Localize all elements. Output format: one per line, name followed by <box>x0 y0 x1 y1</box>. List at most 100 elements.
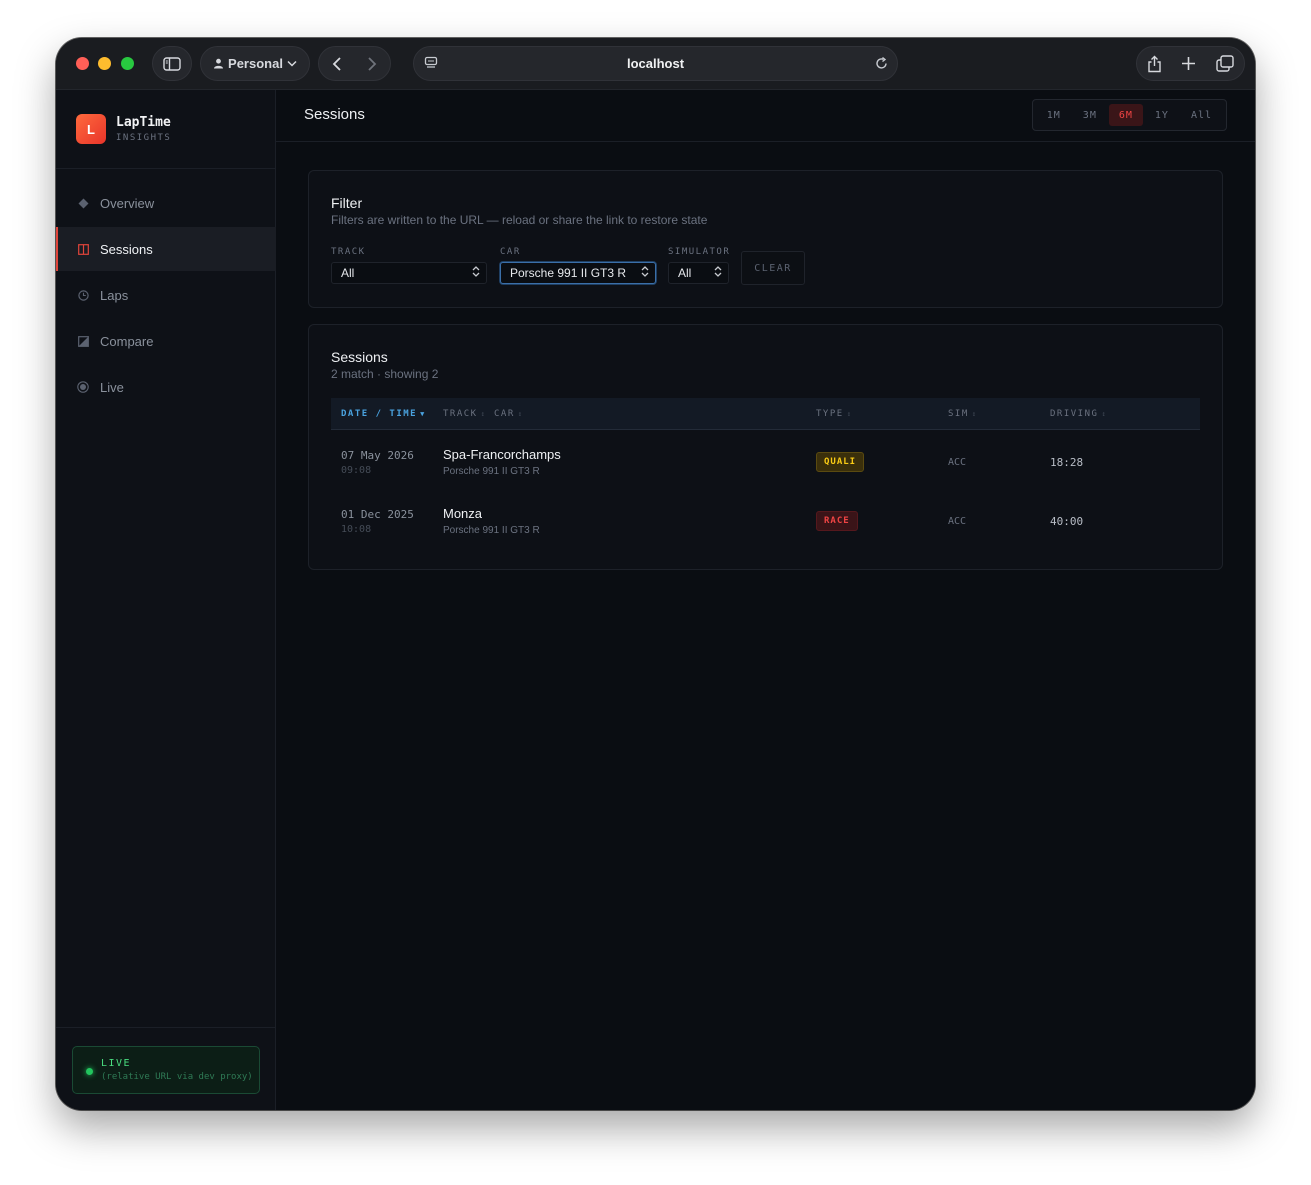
session-car: Porsche 991 II GT3 R <box>443 466 540 477</box>
url-text: localhost <box>626 56 685 71</box>
share-icon[interactable] <box>1147 55 1162 73</box>
sort-icon: ↕ <box>517 410 524 418</box>
range-button-1m[interactable]: 1M <box>1037 104 1071 126</box>
sessions-card: Sessions 2 match · showing 2 DATE / TIME… <box>308 324 1223 570</box>
sidebar-item-overview[interactable]: Overview <box>56 181 276 225</box>
column-header-date[interactable]: DATE / TIME ▼ <box>341 409 426 419</box>
simulator-select[interactable]: All <box>668 262 729 284</box>
column-header-track[interactable]: TRACK ↕ <box>443 409 486 419</box>
column-header-car[interactable]: CAR ↕ <box>494 409 523 419</box>
sidebar-item-label: Sessions <box>100 241 153 257</box>
live-status-title: LIVE <box>101 1058 132 1069</box>
forward-icon[interactable] <box>367 56 377 72</box>
brand[interactable]: L LapTime INSIGHTS <box>76 114 171 144</box>
track-field: TRACK All <box>331 247 487 284</box>
sessions-count: 2 match · showing 2 <box>331 367 439 381</box>
track-select-value: All <box>341 266 355 280</box>
sidebar-icon <box>163 56 181 71</box>
filter-subtitle: Filters are written to the URL — reload … <box>331 213 708 227</box>
live-connection-status: LIVE (relative URL via dev proxy) <box>72 1046 260 1094</box>
session-time: 10:08 <box>341 524 372 535</box>
diamond-icon <box>76 196 90 210</box>
compare-icon <box>76 334 90 348</box>
person-icon <box>214 58 224 69</box>
simulator-label: SIMULATOR <box>668 247 731 257</box>
session-date: 01 Dec 2025 <box>341 508 414 521</box>
status-dot-icon <box>86 1068 93 1075</box>
close-window-button[interactable] <box>76 57 89 70</box>
car-select-value: Porsche 991 II GT3 R <box>510 266 627 280</box>
sort-icon: ↕ <box>846 410 853 418</box>
sidebar-item-laps[interactable]: Laps <box>56 273 276 317</box>
page-menu-icon[interactable] <box>424 56 438 70</box>
tab-overview-icon[interactable] <box>1216 55 1234 72</box>
session-sim: ACC <box>948 516 967 527</box>
profile-label: Personal <box>228 56 283 71</box>
table-row[interactable]: 01 Dec 2025 10:08 Monza Porsche 991 II G… <box>331 491 1200 550</box>
session-track: Spa-Francorchamps <box>443 447 561 462</box>
brand-name: LapTime <box>116 115 171 130</box>
toolbar-actions <box>1136 46 1245 81</box>
sidebar-item-label: Laps <box>100 287 129 303</box>
sessions-title: Sessions <box>331 349 388 365</box>
browser-titlebar: Personal localhost <box>56 38 1255 90</box>
sidebar-toggle-button[interactable] <box>152 46 192 81</box>
zoom-window-button[interactable] <box>121 57 134 70</box>
car-select[interactable]: Porsche 991 II GT3 R <box>500 262 656 284</box>
session-type-badge: RACE <box>816 511 858 531</box>
sidebar-nav: Overview Sessions Laps Compare Live <box>56 181 276 411</box>
simulator-field: SIMULATOR All <box>668 247 730 284</box>
back-icon[interactable] <box>332 56 342 72</box>
session-date: 07 May 2026 <box>341 449 414 462</box>
live-status-subtitle: (relative URL via dev proxy) <box>101 1072 253 1082</box>
chevron-updown-icon <box>641 266 649 280</box>
chevron-down-icon <box>287 60 297 67</box>
clear-filters-button[interactable]: CLEAR <box>741 251 805 285</box>
sidebar-item-label: Compare <box>100 333 154 349</box>
sidebar-item-live[interactable]: Live <box>56 365 276 409</box>
chevron-updown-icon <box>714 266 722 280</box>
address-bar[interactable]: localhost <box>413 46 898 81</box>
car-field: CAR Porsche 991 II GT3 R <box>500 247 656 284</box>
session-car: Porsche 991 II GT3 R <box>443 525 540 536</box>
sort-icon: ↕ <box>1101 410 1108 418</box>
sidebar-item-sessions[interactable]: Sessions <box>56 227 276 271</box>
column-header-sim[interactable]: SIM ↕ <box>948 409 977 419</box>
divider <box>56 168 276 169</box>
range-button-1y[interactable]: 1Y <box>1145 104 1179 126</box>
live-dot-icon <box>76 380 90 394</box>
brand-logo: L <box>76 114 106 144</box>
new-tab-icon[interactable] <box>1181 56 1196 71</box>
browser-window: Personal localhost L LapTime INSIGHTS Ov… <box>56 38 1255 1110</box>
app-sidebar: L LapTime INSIGHTS Overview Sessions Lap… <box>56 90 276 1110</box>
session-track: Monza <box>443 506 483 521</box>
table-header: DATE / TIME ▼ TRACK ↕ CAR ↕ TYPE ↕ SIM ↕ DRIV… <box>331 398 1200 430</box>
column-header-type[interactable]: TYPE ↕ <box>816 409 852 419</box>
session-driving-time: 18:28 <box>1050 456 1084 469</box>
brand-subtitle: INSIGHTS <box>116 133 172 143</box>
sidebar-item-compare[interactable]: Compare <box>56 319 276 363</box>
column-header-driving[interactable]: DRIVING ↕ <box>1050 409 1107 419</box>
grid-icon <box>76 242 90 256</box>
sort-icon: ↕ <box>971 410 978 418</box>
profile-button[interactable]: Personal <box>200 46 310 81</box>
range-button-all[interactable]: All <box>1181 104 1222 126</box>
filter-card: Filter Filters are written to the URL — … <box>308 170 1223 308</box>
track-label: TRACK <box>331 247 366 257</box>
minimize-window-button[interactable] <box>98 57 111 70</box>
main-content: Sessions 1M 3M 6M 1Y All Filter Filters … <box>276 90 1255 1110</box>
sort-desc-icon: ▼ <box>420 410 426 418</box>
simulator-select-value: All <box>678 266 692 280</box>
reload-icon[interactable] <box>874 56 889 71</box>
range-button-6m[interactable]: 6M <box>1108 104 1143 126</box>
range-button-3m[interactable]: 3M <box>1073 104 1107 126</box>
time-range-selector: 1M 3M 6M 1Y All <box>1031 99 1227 131</box>
table-row[interactable]: 07 May 2026 09:08 Spa-Francorchamps Pors… <box>331 432 1200 491</box>
clock-icon <box>76 288 90 302</box>
session-type-badge: QUALI <box>816 452 865 472</box>
sidebar-item-label: Overview <box>100 195 155 211</box>
filter-title: Filter <box>331 195 363 211</box>
history-nav <box>318 46 391 81</box>
track-select[interactable]: All <box>331 262 487 284</box>
divider <box>56 1027 276 1028</box>
